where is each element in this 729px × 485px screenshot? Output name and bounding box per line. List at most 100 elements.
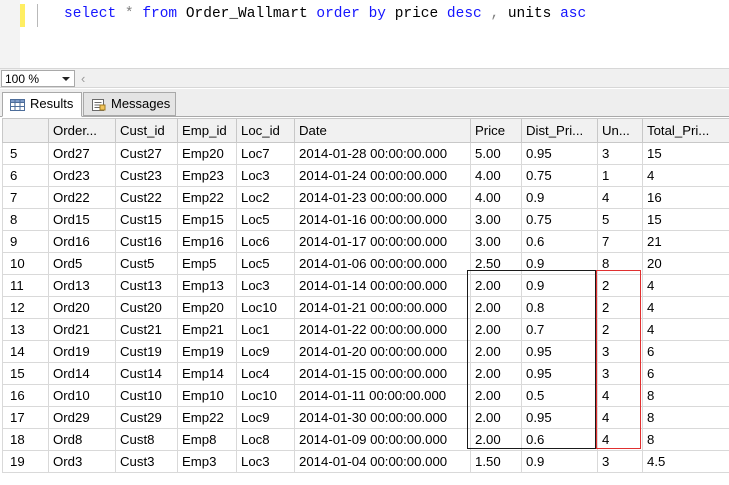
grid-cell[interactable]: 0.9 — [521, 274, 598, 297]
grid-cell[interactable]: 2 — [597, 318, 643, 341]
table-row[interactable]: 12 Ord20 Cust20 Emp20 Loc10 2014-01-21 00:00:… — [2, 296, 729, 319]
grid-cell[interactable]: Cust15 — [115, 208, 178, 231]
grid-cell[interactable]: Emp20 — [177, 142, 237, 165]
grid-cell[interactable]: 20 — [642, 252, 729, 275]
grid-cell[interactable]: Loc10 — [236, 296, 295, 319]
grid-cell[interactable]: 2014-01-17 00:00:00.000 — [294, 230, 471, 253]
grid-cell[interactable]: 0.95 — [521, 362, 598, 385]
query-editor[interactable]: select * from Order_Wallmart order by pr… — [0, 0, 729, 68]
grid-cell[interactable]: 2 — [597, 296, 643, 319]
chevron-down-icon[interactable] — [62, 77, 70, 81]
grid-cell[interactable]: 3 — [597, 450, 643, 473]
table-row[interactable]: 8 Ord15 Cust15 Emp15 Loc5 2014-01-16 00:00:00… — [2, 208, 729, 231]
grid-cell[interactable]: Ord16 — [48, 230, 116, 253]
grid-cell[interactable]: 0.9 — [521, 450, 598, 473]
column-header[interactable]: Loc_id — [236, 118, 295, 143]
grid-cell[interactable]: Cust10 — [115, 384, 178, 407]
grid-cell[interactable]: 2 — [597, 274, 643, 297]
grid-cell[interactable]: 2014-01-20 00:00:00.000 — [294, 340, 471, 363]
grid-cell[interactable]: Ord14 — [48, 362, 116, 385]
zoom-select[interactable]: 100 % — [1, 70, 75, 87]
grid-cell[interactable]: 7 — [597, 230, 643, 253]
grid-cell[interactable]: 0.75 — [521, 164, 598, 187]
row-number[interactable]: 18 — [2, 428, 49, 451]
row-number[interactable]: 6 — [2, 164, 49, 187]
column-header[interactable]: Date — [294, 118, 471, 143]
row-number[interactable]: 14 — [2, 340, 49, 363]
grid-cell[interactable]: Ord19 — [48, 340, 116, 363]
grid-cell[interactable]: Loc3 — [236, 450, 295, 473]
grid-cell[interactable]: 4 — [642, 296, 729, 319]
grid-cell[interactable]: Loc3 — [236, 274, 295, 297]
grid-cell[interactable]: Loc10 — [236, 384, 295, 407]
grid-cell[interactable]: Ord15 — [48, 208, 116, 231]
grid-cell[interactable]: Cust27 — [115, 142, 178, 165]
column-header[interactable]: Price — [470, 118, 522, 143]
grid-cell[interactable]: Ord3 — [48, 450, 116, 473]
grid-cell[interactable]: 0.5 — [521, 384, 598, 407]
grid-cell[interactable]: Loc6 — [236, 230, 295, 253]
grid-cell[interactable]: 3.00 — [470, 230, 522, 253]
table-row[interactable]: 16 Ord10 Cust10 Emp10 Loc10 2014-01-11 00:00:… — [2, 384, 729, 407]
grid-cell[interactable]: Emp8 — [177, 428, 237, 451]
row-number[interactable]: 15 — [2, 362, 49, 385]
grid-cell[interactable]: 3 — [597, 362, 643, 385]
grid-cell[interactable]: 4 — [642, 274, 729, 297]
grid-cell[interactable]: Emp19 — [177, 340, 237, 363]
grid-cell[interactable]: Cust19 — [115, 340, 178, 363]
grid-cell[interactable]: Ord22 — [48, 186, 116, 209]
grid-cell[interactable]: 3 — [597, 340, 643, 363]
table-row[interactable]: 19 Ord3 Cust3 Emp3 Loc3 2014-01-04 00:00:00.0… — [2, 450, 729, 473]
table-row[interactable]: 14 Ord19 Cust19 Emp19 Loc9 2014-01-20 00:00:0… — [2, 340, 729, 363]
grid-cell[interactable]: Loc7 — [236, 142, 295, 165]
grid-cell[interactable]: Emp14 — [177, 362, 237, 385]
grid-cell[interactable]: 2014-01-28 00:00:00.000 — [294, 142, 471, 165]
grid-cell[interactable]: Emp10 — [177, 384, 237, 407]
grid-cell[interactable]: Loc3 — [236, 164, 295, 187]
grid-cell[interactable]: Ord29 — [48, 406, 116, 429]
grid-cell[interactable]: 5.00 — [470, 142, 522, 165]
grid-cell[interactable]: Emp16 — [177, 230, 237, 253]
column-header[interactable]: Total_Pri... — [642, 118, 729, 143]
grid-cell[interactable]: 2.00 — [470, 428, 522, 451]
grid-cell[interactable]: Cust16 — [115, 230, 178, 253]
grid-cell[interactable]: 0.9 — [521, 252, 598, 275]
grid-cell[interactable]: Cust21 — [115, 318, 178, 341]
grid-cell[interactable]: 15 — [642, 208, 729, 231]
column-header[interactable]: Order... — [48, 118, 116, 143]
grid-cell[interactable]: 2014-01-11 00:00:00.000 — [294, 384, 471, 407]
grid-cell[interactable]: 8 — [642, 406, 729, 429]
row-number[interactable]: 5 — [2, 142, 49, 165]
row-number[interactable]: 13 — [2, 318, 49, 341]
grid-cell[interactable]: 2.00 — [470, 340, 522, 363]
grid-cell[interactable]: 16 — [642, 186, 729, 209]
grid-cell[interactable]: 5 — [597, 208, 643, 231]
grid-cell[interactable]: 4 — [597, 406, 643, 429]
grid-cell[interactable]: 2014-01-23 00:00:00.000 — [294, 186, 471, 209]
table-row[interactable]: 11 Ord13 Cust13 Emp13 Loc3 2014-01-14 00:00:0… — [2, 274, 729, 297]
grid-cell[interactable]: 2014-01-21 00:00:00.000 — [294, 296, 471, 319]
table-row[interactable]: 18 Ord8 Cust8 Emp8 Loc8 2014-01-09 00:00:00.0… — [2, 428, 729, 451]
grid-cell[interactable]: 4 — [597, 186, 643, 209]
results-grid[interactable]: Order... Cust_id Emp_id Loc_id Date Price Dist… — [2, 118, 729, 473]
grid-cell[interactable]: 4 — [597, 428, 643, 451]
grid-cell[interactable]: Loc9 — [236, 406, 295, 429]
table-row[interactable]: 7 Ord22 Cust22 Emp22 Loc2 2014-01-23 00:00:00… — [2, 186, 729, 209]
grid-cell[interactable]: Cust29 — [115, 406, 178, 429]
row-number-header[interactable] — [2, 118, 49, 143]
row-number[interactable]: 19 — [2, 450, 49, 473]
grid-cell[interactable]: Emp22 — [177, 406, 237, 429]
grid-cell[interactable]: Loc1 — [236, 318, 295, 341]
grid-cell[interactable]: Cust13 — [115, 274, 178, 297]
grid-cell[interactable]: Ord20 — [48, 296, 116, 319]
row-number[interactable]: 10 — [2, 252, 49, 275]
row-number[interactable]: 8 — [2, 208, 49, 231]
grid-cell[interactable]: Loc8 — [236, 428, 295, 451]
grid-cell[interactable]: Cust23 — [115, 164, 178, 187]
table-row[interactable]: 13 Ord21 Cust21 Emp21 Loc1 2014-01-22 00:00:0… — [2, 318, 729, 341]
grid-cell[interactable]: 0.95 — [521, 340, 598, 363]
grid-cell[interactable]: 2014-01-22 00:00:00.000 — [294, 318, 471, 341]
row-number[interactable]: 9 — [2, 230, 49, 253]
grid-cell[interactable]: 2014-01-04 00:00:00.000 — [294, 450, 471, 473]
grid-cell[interactable]: 2.00 — [470, 318, 522, 341]
